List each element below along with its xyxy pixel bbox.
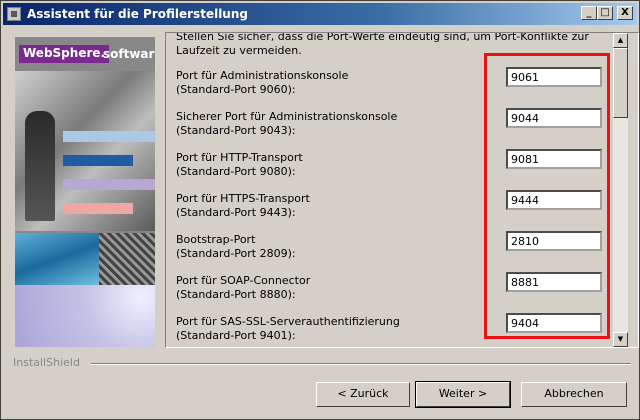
maximize-button[interactable]: □: [597, 6, 613, 20]
cancel-button[interactable]: Abbrechen: [521, 382, 627, 407]
admin-console-port-input[interactable]: [506, 67, 602, 87]
port-row-label: Port für Administrationskonsole (Standar…: [176, 69, 476, 97]
logo-websphere: WebSphere.: [19, 45, 110, 63]
color-band: [63, 203, 133, 214]
port-label: Port für Administrationskonsole: [176, 69, 349, 82]
scroll-up-icon[interactable]: ▲: [613, 33, 628, 48]
installshield-label: InstallShield: [13, 356, 80, 369]
port-label: Port für HTTPS-Transport: [176, 192, 310, 205]
scroll-down-icon[interactable]: ▼: [613, 332, 628, 347]
port-label: Sicherer Port für Administrationskonsole: [176, 110, 398, 123]
sas-ssl-port-input[interactable]: [506, 313, 602, 333]
http-transport-port-input[interactable]: [506, 149, 602, 169]
globe-image: [15, 285, 155, 347]
footer-separator: [91, 363, 631, 365]
back-button[interactable]: < Zurück: [316, 382, 410, 407]
port-row-label: Port für SAS-SSL-Serverauthentifizierung…: [176, 315, 476, 343]
port-label: Port für SOAP-Connector: [176, 274, 311, 287]
scroll-thumb[interactable]: [613, 48, 628, 118]
websphere-logo: WebSphere. software: [15, 45, 155, 63]
port-default: (Standard-Port 8880):: [176, 288, 296, 301]
branding-panel: WebSphere. software: [15, 37, 155, 347]
https-transport-port-input[interactable]: [506, 190, 602, 210]
port-label: Bootstrap-Port: [176, 233, 256, 246]
bootstrap-port-input[interactable]: [506, 231, 602, 251]
port-default: (Standard-Port 9080):: [176, 165, 296, 178]
intro-text: Stellen Sie sicher, dass die Port-Werte …: [176, 32, 589, 57]
color-band: [63, 155, 133, 166]
port-label: Port für HTTP-Transport: [176, 151, 303, 164]
weave-image: [99, 233, 155, 285]
port-row-label: Port für SOAP-Connector (Standard-Port 8…: [176, 274, 476, 302]
next-button[interactable]: Weiter >: [415, 381, 511, 408]
window-title: Assistent für die Profilerstellung: [27, 7, 248, 21]
logo-software: software: [103, 47, 155, 61]
color-band: [63, 179, 155, 190]
app-icon: [7, 7, 21, 21]
close-button[interactable]: X: [617, 6, 633, 20]
port-default: (Standard-Port 9401):: [176, 329, 296, 342]
port-settings-panel: Stellen Sie sicher, dass die Port-Werte …: [165, 32, 639, 348]
color-band: [63, 131, 155, 142]
port-row-label: Port für HTTPS-Transport (Standard-Port …: [176, 192, 476, 220]
branding-photo: [15, 71, 155, 231]
secure-admin-port-input[interactable]: [506, 108, 602, 128]
port-default: (Standard-Port 9443):: [176, 206, 296, 219]
soap-connector-port-input[interactable]: [506, 272, 602, 292]
port-row-label: Port für HTTP-Transport (Standard-Port 9…: [176, 151, 476, 179]
water-image: [15, 233, 99, 285]
minimize-button[interactable]: _: [581, 6, 597, 20]
port-label: Port für SAS-SSL-Serverauthentifizierung: [176, 315, 400, 328]
port-default: (Standard-Port 9043):: [176, 124, 296, 137]
profile-wizard-window: Assistent für die Profilerstellung _ □ X…: [0, 0, 640, 420]
title-bar: Assistent für die Profilerstellung _ □ X: [3, 3, 637, 25]
port-row-label: Bootstrap-Port (Standard-Port 2809):: [176, 233, 476, 261]
port-row-label: Sicherer Port für Administrationskonsole…: [176, 110, 476, 138]
person-figure: [25, 111, 55, 221]
vertical-scrollbar[interactable]: ▲ ▼: [613, 33, 628, 347]
port-default: (Standard-Port 2809):: [176, 247, 296, 260]
port-default: (Standard-Port 9060):: [176, 83, 296, 96]
